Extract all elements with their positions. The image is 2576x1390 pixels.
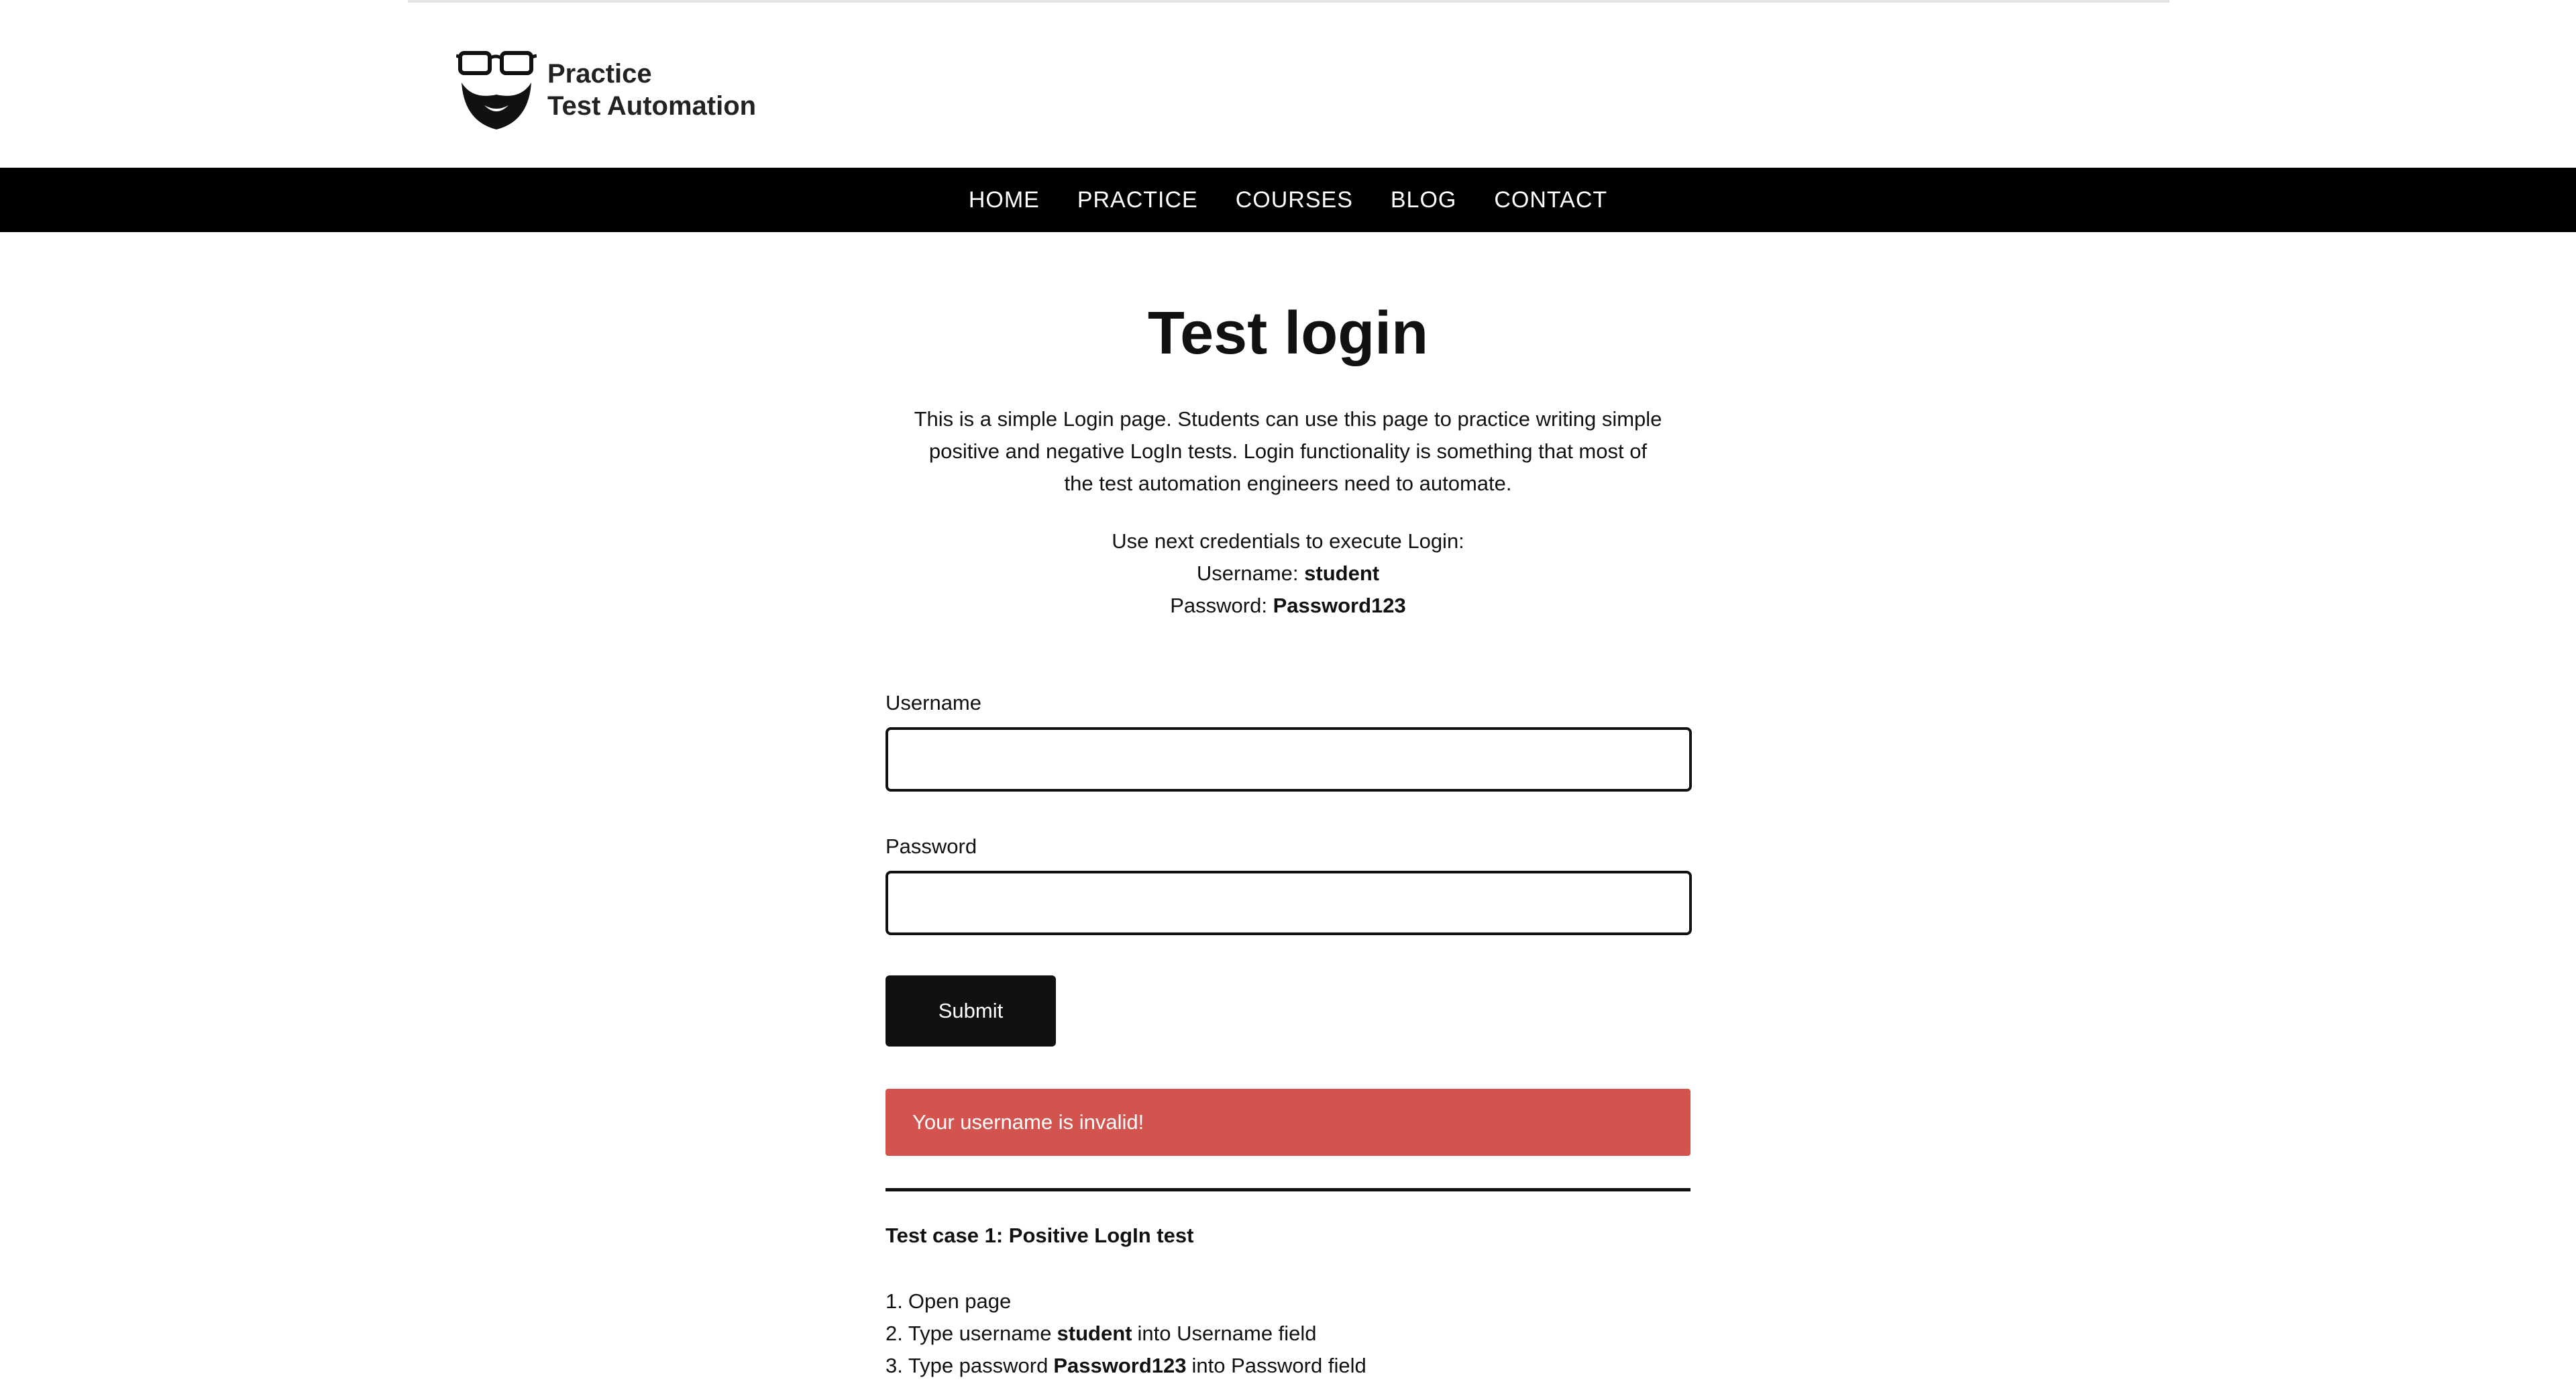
step-number: 2. (885, 1322, 903, 1345)
test-case-title: Test case 1: Positive LogIn test (885, 1224, 1194, 1247)
step-text: Type password (908, 1354, 1049, 1377)
nav-blog[interactable]: BLOG (1391, 187, 1456, 213)
step-bold: Password123 (1053, 1354, 1187, 1377)
step-number: 1. (885, 1289, 903, 1313)
step-text: Type username (908, 1322, 1052, 1345)
intro-paragraph: This is a simple Login page. Students ca… (885, 403, 1690, 500)
credentials-password-value: Password123 (1273, 594, 1406, 617)
username-label: Username (885, 691, 981, 714)
logo-text: Practice Test Automation (547, 58, 756, 122)
page: Practice Test Automation HOME PRACTICE C… (0, 0, 2576, 1390)
step-text-after: into Username field (1137, 1322, 1317, 1345)
nav-practice[interactable]: PRACTICE (1077, 187, 1198, 213)
section-divider (885, 1188, 1690, 1191)
intro-line: the test automation engineers need to au… (1064, 472, 1512, 495)
username-input[interactable] (885, 727, 1692, 792)
credentials-username-line: Username: student (885, 557, 1690, 590)
list-item: 2. Type username student into Username f… (885, 1318, 1366, 1350)
intro-line: This is a simple Login page. Students ca… (914, 407, 1662, 431)
credentials-username-label: Username: (1196, 562, 1299, 585)
credentials-password-line: Password: Password123 (885, 590, 1690, 622)
site-logo[interactable]: Practice Test Automation (456, 46, 765, 134)
nav-home[interactable]: HOME (969, 187, 1040, 213)
glasses-beard-logo-icon (456, 51, 537, 129)
error-message: Your username is invalid! (885, 1089, 1690, 1156)
step-number: 3. (885, 1354, 903, 1377)
intro-line: positive and negative LogIn tests. Login… (928, 439, 1648, 463)
page-title: Test login (1147, 300, 1429, 367)
logo-line-1: Practice (547, 59, 652, 89)
step-bold: student (1057, 1322, 1132, 1345)
nav-contact[interactable]: CONTACT (1494, 187, 1607, 213)
top-divider (408, 0, 2169, 3)
list-item: 1. Open page (885, 1285, 1366, 1318)
submit-button[interactable]: Submit (885, 975, 1056, 1047)
list-item: 3. Type password Password123 into Passwo… (885, 1350, 1366, 1382)
logo-line-2: Test Automation (547, 91, 757, 121)
main-navbar: HOME PRACTICE COURSES BLOG CONTACT (0, 168, 2576, 232)
credentials-block: Use next credentials to execute Login: U… (885, 525, 1690, 622)
step-text-after: into Password field (1191, 1354, 1366, 1377)
test-case-steps: 1. Open page 2. Type username student in… (885, 1285, 1366, 1382)
credentials-username-value: student (1304, 562, 1380, 585)
credentials-heading: Use next credentials to execute Login: (1112, 529, 1464, 553)
password-input[interactable] (885, 871, 1692, 935)
password-label: Password (885, 835, 977, 858)
nav-courses[interactable]: COURSES (1236, 187, 1353, 213)
step-text: Open page (908, 1289, 1012, 1313)
credentials-password-label: Password: (1170, 594, 1267, 617)
